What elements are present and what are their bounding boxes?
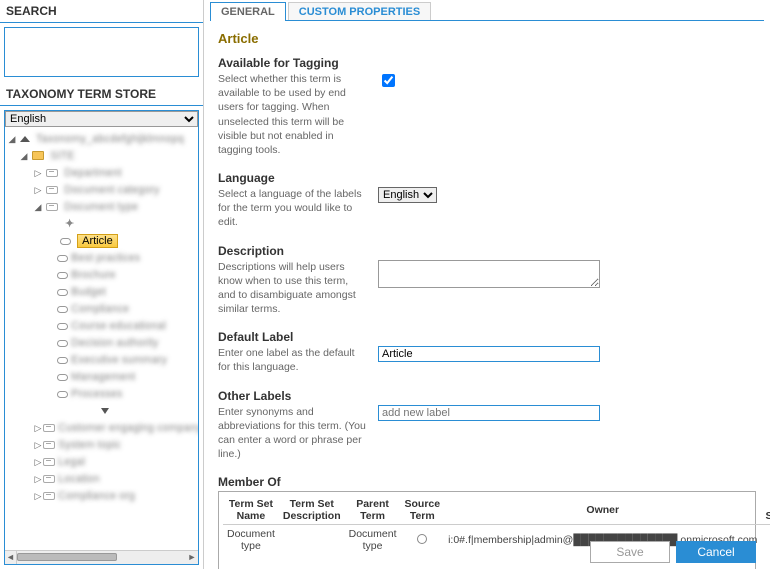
horizontal-scrollbar[interactable]: ◄ ► xyxy=(5,550,198,564)
tree-term-selected[interactable]: Article xyxy=(77,234,118,248)
term-set-icon xyxy=(46,169,58,177)
language-desc: Select a language of the labels for the … xyxy=(218,187,378,230)
home-icon xyxy=(20,136,30,142)
cell-parent-term: Document type xyxy=(345,525,401,556)
tree-group-label[interactable]: SITE xyxy=(50,150,74,162)
member-of-label: Member Of xyxy=(218,475,756,489)
tree-term-label[interactable]: Budget xyxy=(71,286,106,298)
col-parent-term: Parent Term xyxy=(345,496,401,525)
term-title: Article xyxy=(218,31,756,46)
scroll-right-icon[interactable]: ► xyxy=(186,551,198,564)
tree-termset-label[interactable]: Location xyxy=(58,473,100,485)
tagging-desc: Select whether this term is available to… xyxy=(218,72,378,157)
col-owner: Owner xyxy=(444,496,761,525)
scroll-left-icon[interactable]: ◄ xyxy=(5,551,17,564)
tree-termset-label[interactable]: System topic xyxy=(58,439,121,451)
up-arrow-icon[interactable]: ✦ xyxy=(65,218,74,230)
other-labels-label: Other Labels xyxy=(218,389,756,403)
default-label-desc: Enter one label as the default for this … xyxy=(218,346,378,374)
other-labels-desc: Enter synonyms and abbreviations for thi… xyxy=(218,405,378,462)
scroll-thumb[interactable] xyxy=(17,553,117,561)
default-label-input[interactable] xyxy=(378,346,600,362)
tree-root-label[interactable]: Taxonomy_abcdefghijklmnopq xyxy=(36,133,184,145)
cell-pin-source xyxy=(761,525,770,556)
save-button[interactable]: Save xyxy=(590,541,670,563)
tree-termset-label[interactable]: Document category xyxy=(64,184,159,196)
term-icon xyxy=(57,340,68,347)
term-icon xyxy=(57,323,68,330)
description-textarea[interactable] xyxy=(378,260,600,288)
tagging-label: Available for Tagging xyxy=(218,56,756,70)
search-box[interactable] xyxy=(4,27,199,77)
term-set-icon xyxy=(43,492,55,500)
col-term-set-name: Term Set Name xyxy=(223,496,279,525)
term-set-icon xyxy=(43,441,55,449)
col-pin-source: Pin Source xyxy=(761,496,770,525)
tree-term-label[interactable]: Course educational xyxy=(71,320,166,332)
term-icon xyxy=(60,238,71,245)
tree-term-label[interactable]: Brochure xyxy=(71,269,116,281)
term-icon xyxy=(57,357,68,364)
tree-termset-label[interactable]: Compliance org xyxy=(58,490,135,502)
term-set-icon xyxy=(46,203,58,211)
col-source-term: Source Term xyxy=(400,496,444,525)
expander-icon[interactable]: ◢ xyxy=(33,199,43,216)
expander-icon[interactable]: ▷ xyxy=(33,454,43,471)
term-store-language-select[interactable]: English xyxy=(5,111,198,127)
term-set-icon xyxy=(43,475,55,483)
tree-termset-label[interactable]: Customer engaging company xyxy=(58,422,198,434)
tab-custom-properties[interactable]: CUSTOM PROPERTIES xyxy=(288,2,431,21)
tree-termset-label[interactable]: Department xyxy=(64,167,121,179)
expander-icon[interactable]: ▷ xyxy=(33,471,43,488)
tree-termset-label[interactable]: Document type xyxy=(64,201,138,213)
tree-termset-label[interactable]: Legal xyxy=(58,456,85,468)
expander-icon[interactable]: ▷ xyxy=(33,420,43,437)
tree-term-label[interactable]: Executive summary xyxy=(71,354,167,366)
taxonomy-tree[interactable]: ◢ Taxonomy_abcdefghijklmnopq ◢ SITE ▷ De… xyxy=(5,127,198,564)
tab-general[interactable]: GENERAL xyxy=(210,2,286,21)
default-label-label: Default Label xyxy=(218,330,756,344)
col-term-set-desc: Term Set Description xyxy=(279,496,345,525)
term-set-icon xyxy=(46,186,58,194)
expander-icon[interactable]: ▷ xyxy=(33,182,43,199)
other-labels-input[interactable] xyxy=(378,405,600,421)
term-icon xyxy=(57,255,68,262)
tree-term-label[interactable]: Decision authority xyxy=(71,337,158,349)
term-icon xyxy=(57,374,68,381)
tagging-checkbox[interactable] xyxy=(382,74,395,87)
tree-term-label[interactable]: Management xyxy=(71,371,135,383)
term-icon xyxy=(57,306,68,313)
cancel-button[interactable]: Cancel xyxy=(676,541,756,563)
expander-icon[interactable]: ▷ xyxy=(33,165,43,182)
search-header: SEARCH xyxy=(0,0,203,22)
tree-term-label[interactable]: Processes xyxy=(71,388,122,400)
expander-icon[interactable]: ▷ xyxy=(33,488,43,505)
expander-icon[interactable]: ▷ xyxy=(33,437,43,454)
language-label: Language xyxy=(218,171,756,185)
term-icon xyxy=(57,272,68,279)
cell-term-set-desc xyxy=(279,525,345,556)
description-label: Description xyxy=(218,244,756,258)
term-set-icon xyxy=(43,424,55,432)
tree-term-label[interactable]: Best practices xyxy=(71,252,140,264)
cell-term-set-name: Document type xyxy=(223,525,279,556)
term-set-icon xyxy=(43,458,55,466)
expander-icon[interactable]: ◢ xyxy=(19,148,29,165)
description-desc: Descriptions will help users know when t… xyxy=(218,260,378,317)
cell-source-term xyxy=(400,525,444,556)
language-select[interactable]: English xyxy=(378,187,437,203)
expander-icon[interactable]: ◢ xyxy=(7,131,17,148)
tree-term-label[interactable]: Compliance xyxy=(71,303,129,315)
term-icon xyxy=(57,289,68,296)
radio-icon[interactable] xyxy=(417,534,427,544)
term-icon xyxy=(57,391,68,398)
folder-icon xyxy=(32,151,44,160)
term-store-header: TAXONOMY TERM STORE xyxy=(0,83,203,105)
down-arrow-icon[interactable] xyxy=(101,408,109,414)
